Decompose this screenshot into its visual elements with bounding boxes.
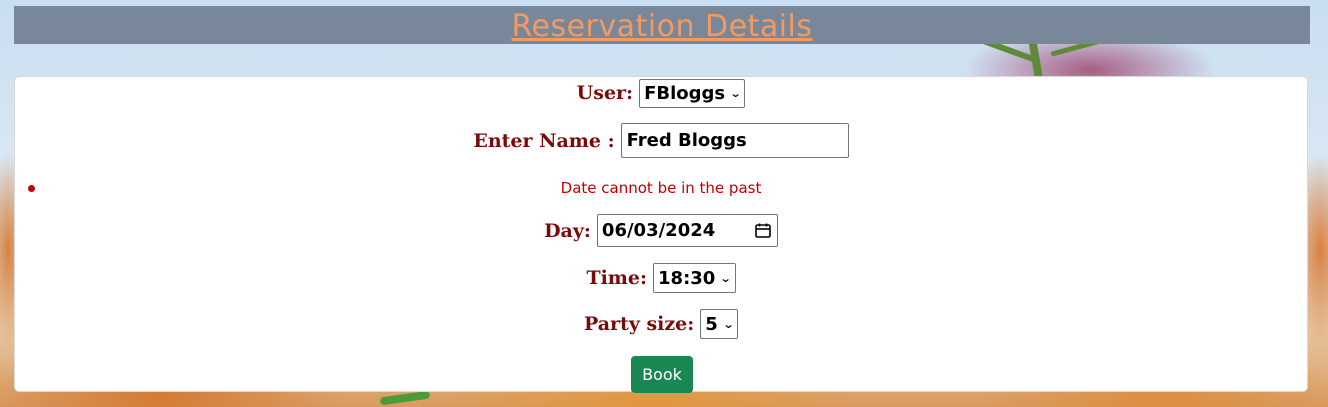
chevron-down-icon: ⌄ [722, 317, 735, 331]
party-size-select-value: 5 [705, 313, 718, 335]
time-select-value: 18:30 [658, 267, 716, 289]
name-row: Enter Name : Fred Bloggs [15, 123, 1307, 158]
reservation-form: User: FBloggs ⌄ Enter Name : Fred Bloggs… [14, 76, 1308, 393]
user-row: User: FBloggs ⌄ [15, 78, 1307, 108]
name-input-value: Fred Bloggs [626, 130, 747, 151]
user-select[interactable]: FBloggs ⌄ [639, 78, 746, 108]
day-input-value: 06/03/2024 [601, 220, 716, 241]
header-bar: Reservation Details [14, 6, 1310, 44]
day-row: Day: 06/03/2024 [15, 214, 1307, 247]
party-size-label: Party size: [583, 313, 695, 335]
background-stem [379, 390, 431, 406]
error-message: Date cannot be in the past [560, 179, 762, 197]
name-input[interactable]: Fred Bloggs [620, 123, 849, 158]
time-select[interactable]: 18:30 ⌄ [653, 263, 736, 293]
user-select-value: FBloggs [644, 82, 726, 104]
user-label: User: [576, 82, 634, 104]
page-title: Reservation Details [511, 9, 813, 44]
validation-error: Date cannot be in the past [15, 177, 1307, 199]
time-row: Time: 18:30 ⌄ [15, 263, 1307, 293]
chevron-down-icon: ⌄ [729, 86, 742, 100]
name-label: Enter Name : [473, 129, 615, 152]
day-date-input[interactable]: 06/03/2024 [596, 214, 778, 247]
chevron-down-icon: ⌄ [719, 271, 732, 285]
time-label: Time: [586, 267, 648, 289]
party-size-select[interactable]: 5 ⌄ [700, 309, 739, 339]
book-button[interactable]: Book [631, 356, 693, 393]
day-label: Day: [544, 219, 591, 242]
calendar-icon[interactable] [755, 223, 771, 238]
party-size-row: Party size: 5 ⌄ [15, 309, 1307, 339]
